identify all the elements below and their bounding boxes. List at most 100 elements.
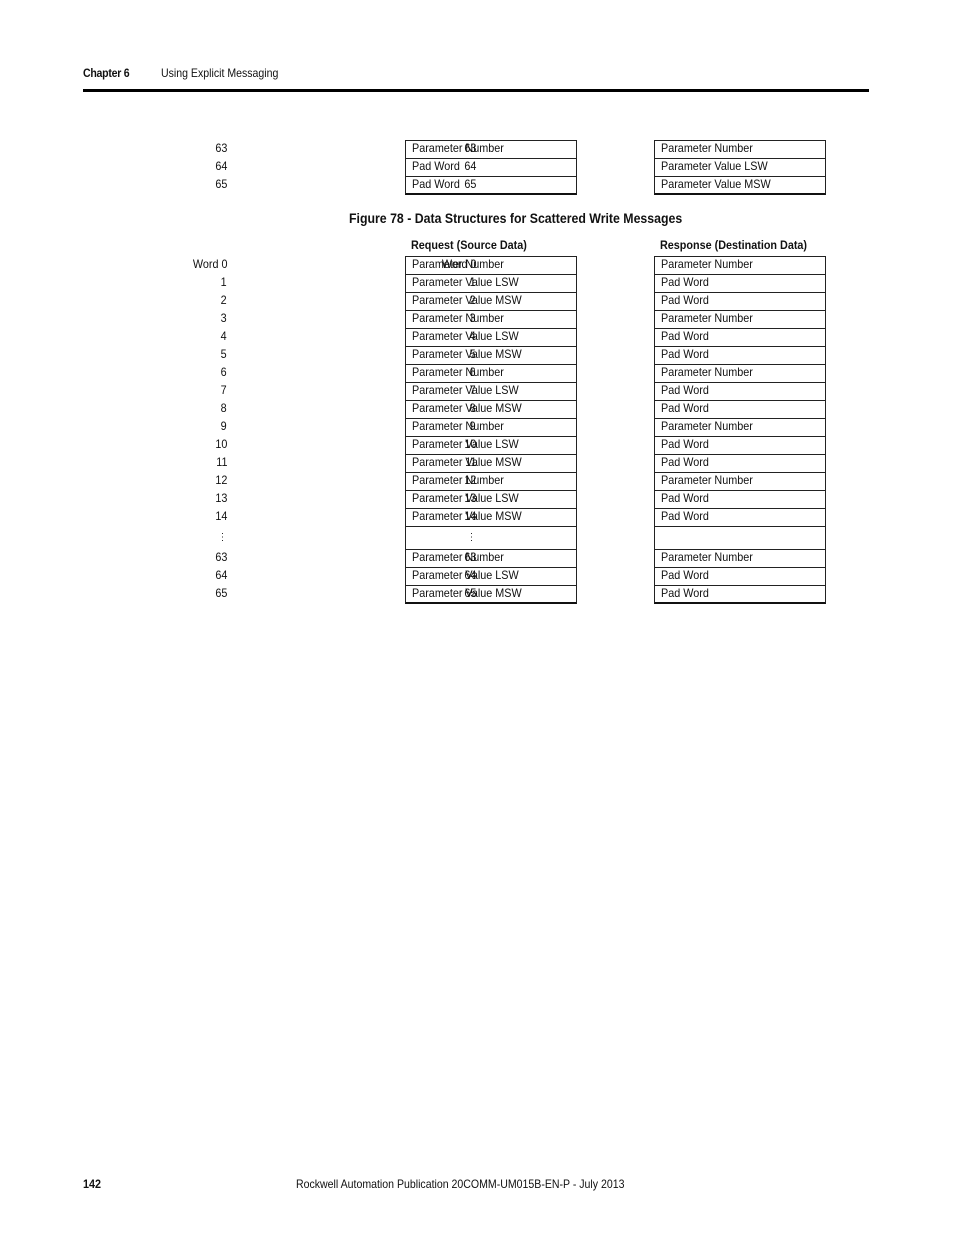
word-value: Pad Word (661, 383, 709, 397)
word-index: 63 (214, 141, 227, 155)
word-index: 8 (220, 401, 227, 415)
word-index: 63 (214, 550, 227, 564)
word-cell: Parameter Value LSW (405, 274, 577, 292)
word-value: Pad Word (661, 329, 709, 343)
word-cell: Pad Word (654, 328, 826, 346)
word-cell: Parameter Value MSW (405, 400, 577, 418)
word-index: 8 (469, 401, 476, 415)
word-cell: Parameter Number (654, 310, 826, 328)
word-index: 14 (463, 509, 476, 523)
word-index: Word 0 (192, 257, 227, 271)
word-index: 65 (214, 586, 227, 600)
word-cell: Parameter Number (405, 140, 577, 158)
word-cell: Pad Word (654, 400, 826, 418)
word-index: 65 (463, 177, 476, 191)
word-value: Pad Word (661, 293, 709, 307)
word-value: Parameter Number (661, 365, 753, 379)
word-cell: Pad Word (654, 382, 826, 400)
word-cell: Pad Word (654, 567, 826, 585)
word-cell (654, 526, 826, 549)
word-index: 2 (469, 293, 476, 307)
word-cell: Pad Word (654, 585, 826, 604)
word-index: Word 0 (441, 257, 476, 271)
word-cell: Parameter Number (405, 549, 577, 567)
word-cell: Pad Word (405, 176, 577, 195)
word-value: Pad Word (661, 401, 709, 415)
word-index: ⋮ (467, 532, 476, 543)
word-index: 4 (220, 329, 227, 343)
word-cell: Pad Word (654, 274, 826, 292)
word-value: Pad Word (661, 568, 709, 582)
word-value: Parameter Number (661, 550, 753, 564)
chapter-title: Using Explicit Messaging (161, 66, 279, 80)
word-cell: Parameter Value MSW (405, 292, 577, 310)
word-cell: Parameter Value LSW (405, 382, 577, 400)
word-cell: Parameter Number (654, 472, 826, 490)
word-cell: Parameter Value LSW (405, 328, 577, 346)
word-index: 7 (220, 383, 227, 397)
word-cell: Parameter Number (654, 364, 826, 382)
word-cell: Pad Word (654, 436, 826, 454)
word-index: 10 (463, 437, 476, 451)
word-index: 13 (463, 491, 476, 505)
word-value: Parameter Number (412, 365, 504, 379)
request-heading: Request (Source Data) (411, 238, 527, 252)
word-index: 7 (469, 383, 476, 397)
word-index: 6 (220, 365, 227, 379)
word-index: 3 (220, 311, 227, 325)
word-index: 2 (220, 293, 227, 307)
word-cell: Parameter Value LSW (405, 490, 577, 508)
word-cell: Parameter Value MSW (405, 454, 577, 472)
word-cell: Parameter Number (654, 549, 826, 567)
figure-caption: Figure 78 - Data Structures for Scattere… (349, 210, 683, 226)
word-index: 65 (214, 177, 227, 191)
word-index: 1 (220, 275, 227, 289)
word-value: Parameter Value LSW (412, 329, 519, 343)
word-cell: Parameter Value LSW (654, 158, 826, 176)
word-value: Pad Word (412, 159, 460, 173)
word-value: Parameter Value LSW (661, 159, 768, 173)
word-index: 63 (463, 141, 476, 155)
word-cell: Parameter Value LSW (405, 436, 577, 454)
word-cell: Pad Word (654, 292, 826, 310)
word-value: Parameter Number (661, 419, 753, 433)
word-index: 1 (469, 275, 476, 289)
word-value: Pad Word (412, 177, 460, 191)
word-cell: Parameter Number (405, 418, 577, 436)
word-cell (405, 526, 577, 549)
word-cell: Parameter Value MSW (405, 508, 577, 526)
page-header: Chapter 6 Using Explicit Messaging (83, 66, 278, 80)
word-value: Parameter Value MSW (412, 293, 522, 307)
word-value: Parameter Value LSW (412, 383, 519, 397)
word-cell: Parameter Number (405, 364, 577, 382)
word-value: Pad Word (661, 586, 709, 600)
response-heading: Response (Destination Data) (660, 238, 808, 252)
word-index: 65 (463, 586, 476, 600)
word-index: 13 (214, 491, 227, 505)
word-value: Pad Word (661, 275, 709, 289)
publication-info: Rockwell Automation Publication 20COMM-U… (296, 1177, 625, 1191)
word-cell: Parameter Value MSW (405, 346, 577, 364)
word-cell: Parameter Value MSW (654, 176, 826, 195)
word-cell: Pad Word (405, 158, 577, 176)
word-index: 11 (215, 455, 227, 469)
word-cell: Pad Word (654, 454, 826, 472)
word-cell: Parameter Value LSW (405, 567, 577, 585)
word-index: 63 (463, 550, 476, 564)
word-value: Pad Word (661, 491, 709, 505)
word-cell: Pad Word (654, 508, 826, 526)
word-cell: Parameter Number (654, 256, 826, 274)
word-value: Parameter Number (661, 311, 753, 325)
word-index: 5 (220, 347, 227, 361)
word-cell: Parameter Value MSW (405, 585, 577, 604)
word-index: 10 (214, 437, 227, 451)
word-index: 12 (463, 473, 476, 487)
word-cell: Parameter Number (654, 418, 826, 436)
word-value: Parameter Value MSW (661, 177, 771, 191)
header-rule (83, 89, 869, 92)
word-index: 64 (463, 159, 476, 173)
word-value: Pad Word (661, 437, 709, 451)
word-value: Parameter Number (661, 257, 753, 271)
word-index: 5 (469, 347, 476, 361)
word-value: Parameter Number (661, 473, 753, 487)
